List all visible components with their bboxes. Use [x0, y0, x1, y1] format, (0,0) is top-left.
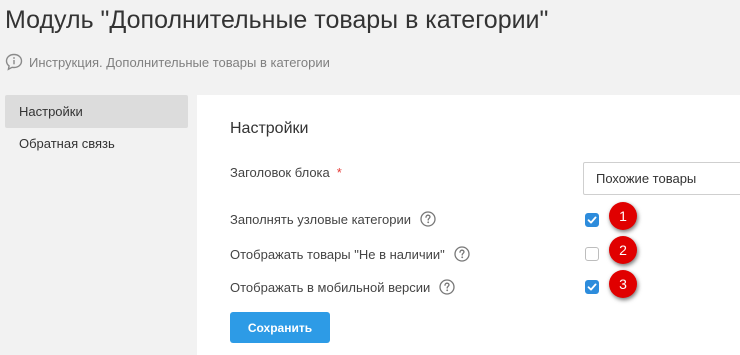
annotation-marker-2: 2	[609, 236, 637, 264]
show-mobile-label: Отображать в мобильной версии	[230, 279, 455, 295]
checkmark-icon	[587, 216, 597, 224]
fill-node-categories-label: Заполнять узловые категории	[230, 211, 436, 227]
block-title-input[interactable]	[583, 162, 740, 195]
sidebar-item-settings[interactable]: Настройки	[5, 95, 188, 128]
required-asterisk: *	[336, 165, 342, 180]
show-out-of-stock-checkbox[interactable]	[585, 247, 599, 261]
help-icon[interactable]	[439, 279, 455, 295]
save-button[interactable]: Сохранить	[230, 312, 330, 343]
help-icon[interactable]	[420, 211, 436, 227]
settings-panel: Настройки Заголовок блока * Заполнять уз…	[197, 95, 740, 355]
sidebar-item-feedback[interactable]: Обратная связь	[5, 127, 188, 160]
settings-title: Настройки	[230, 120, 309, 137]
show-out-of-stock-label: Отображать товары "Не в наличии"	[230, 246, 470, 262]
annotation-marker-1: 1	[609, 202, 637, 230]
instruction-link-label: Инструкция. Дополнительные товары в кате…	[29, 54, 330, 70]
show-mobile-label-text: Отображать в мобильной версии	[230, 279, 431, 295]
instruction-link[interactable]: Инструкция. Дополнительные товары в кате…	[5, 53, 330, 71]
speech-bubble-info-icon	[5, 53, 23, 71]
checkmark-icon	[587, 283, 597, 291]
fill-node-categories-label-text: Заполнять узловые категории	[230, 211, 411, 227]
show-mobile-checkbox[interactable]	[585, 280, 599, 294]
block-title-label-text: Заголовок блока	[230, 165, 330, 180]
show-out-of-stock-label-text: Отображать товары "Не в наличии"	[230, 246, 445, 262]
page-title: Модуль "Дополнительные товары в категори…	[5, 6, 549, 34]
help-icon[interactable]	[454, 246, 470, 262]
fill-node-categories-checkbox[interactable]	[585, 213, 599, 227]
block-title-label: Заголовок блока *	[230, 165, 342, 180]
annotation-marker-3: 3	[609, 270, 637, 298]
